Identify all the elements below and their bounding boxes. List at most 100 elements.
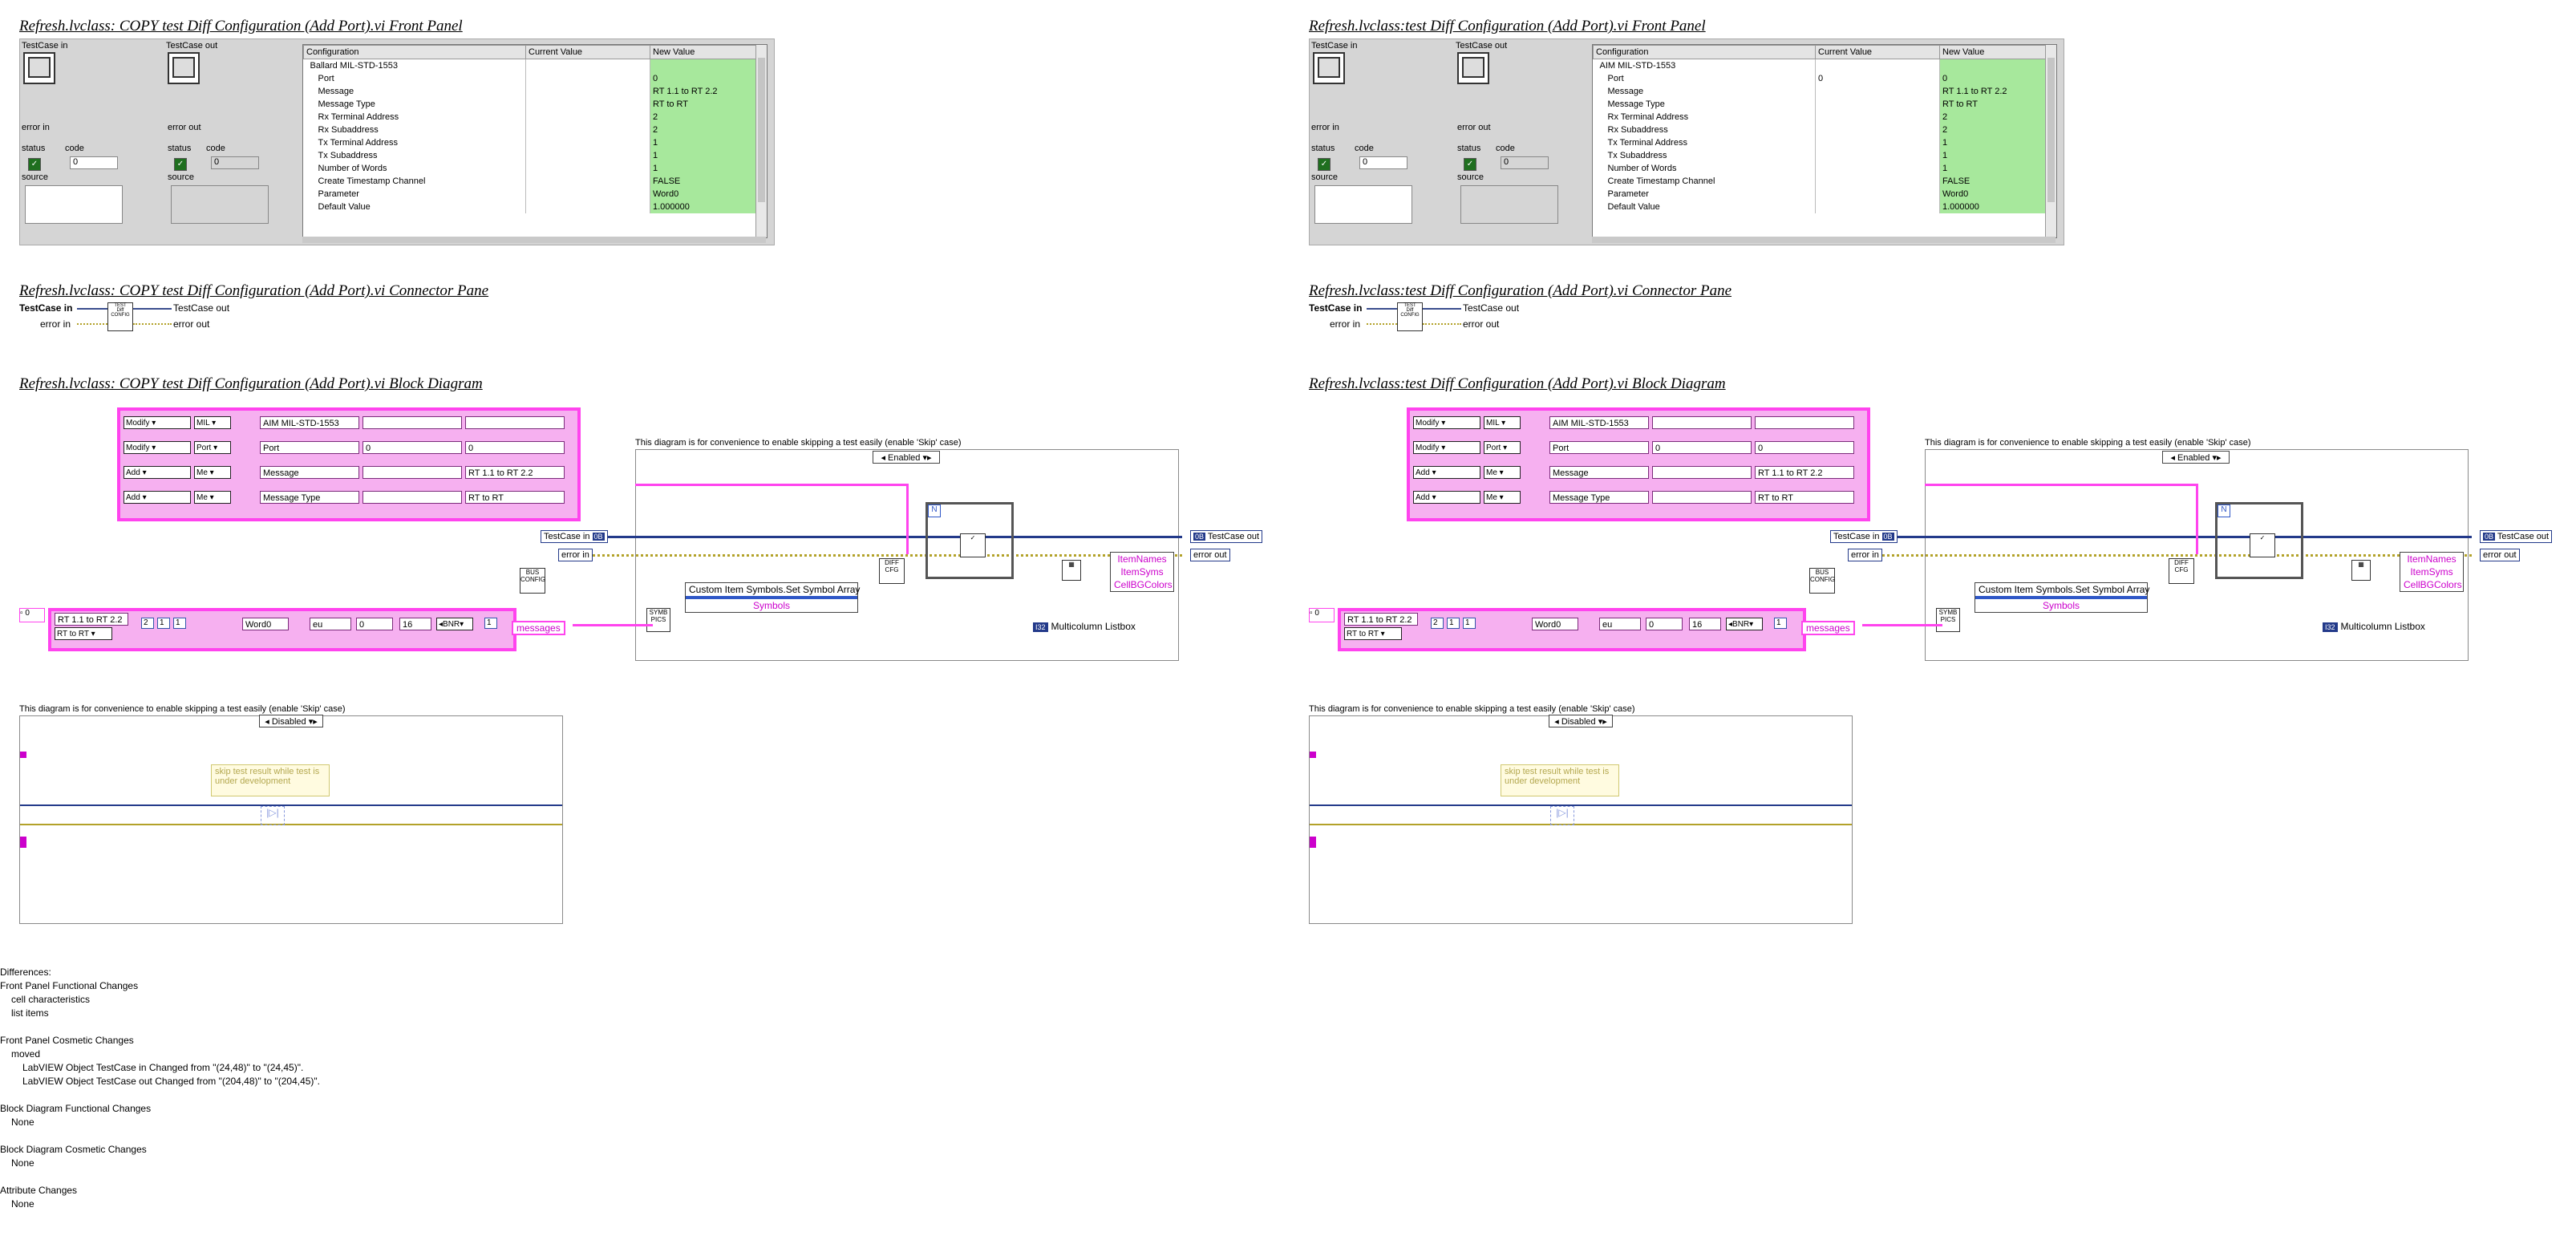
config-array-element[interactable]: Add ▾ Me ▾ Message Type RT to RT (1413, 488, 1862, 506)
encoding-ring[interactable]: ◂BNR▾ (1726, 618, 1763, 630)
config-array-element[interactable]: Add ▾ Me ▾ Message RT 1.1 to RT 2.2 (1413, 464, 1862, 481)
table-row[interactable]: Rx Subaddress 2 (303, 124, 756, 136)
name-field[interactable]: AIM MIL-STD-1553 (1549, 416, 1649, 429)
config-array-element[interactable]: Modify ▾ Port ▾ Port 0 0 (1413, 439, 1862, 456)
current-field[interactable] (363, 416, 462, 429)
bus-config-subvi-icon[interactable]: BUS CONFIG (1809, 568, 1835, 594)
config-array-element[interactable]: Modify ▾ MIL ▾ AIM MIL-STD-1553 (1413, 414, 1862, 432)
message-cluster-constant[interactable]: RT 1.1 to RT 2.2 RT to RT ▾ 2 1 1 Word0 … (48, 608, 516, 651)
current-field[interactable]: 0 (363, 441, 462, 454)
current-field[interactable] (1652, 491, 1752, 504)
current-field[interactable] (1652, 416, 1752, 429)
code-field[interactable]: 0 (70, 156, 118, 169)
col-header-configuration[interactable]: Configuration (303, 45, 526, 59)
config-array-element[interactable]: Add ▾ Me ▾ Message RT 1.1 to RT 2.2 (124, 464, 573, 481)
index-constant[interactable]: ▫ 0 (19, 608, 45, 622)
tx-addr-numeric[interactable]: 1 (1447, 618, 1460, 629)
for-loop[interactable]: N ✓ (925, 502, 1014, 579)
table-row[interactable]: Parameter Word0 (303, 188, 756, 201)
length-field[interactable]: 16 (1689, 618, 1721, 630)
symbols-constant-icon[interactable]: SYMB PICS (1936, 608, 1960, 632)
config-array-element[interactable]: Modify ▾ Port ▾ Port 0 0 (124, 439, 573, 456)
multicolumn-listbox[interactable]: Configuration Current Value New Value Ba… (302, 44, 768, 238)
vertical-scrollbar[interactable] (755, 45, 767, 237)
diff-config-subvi-icon[interactable]: DIFF CFG (879, 558, 905, 584)
multicolumn-listbox-ref[interactable]: I32 Multicolumn Listbox (2323, 621, 2425, 632)
word-name-field[interactable]: Word0 (1532, 618, 1578, 630)
error-in-cluster[interactable]: error in status code ✓ 0 source (1310, 123, 1430, 227)
scale-numeric[interactable]: 1 (1774, 618, 1787, 629)
new-field[interactable] (465, 416, 565, 429)
table-row[interactable]: Tx Terminal Address 1 (1593, 136, 2046, 149)
table-row[interactable]: Rx Subaddress 2 (1593, 124, 2046, 136)
source-field[interactable] (1314, 185, 1412, 224)
encoding-ring[interactable]: ◂BNR▾ (436, 618, 473, 630)
skip-case-structure[interactable]: ◂ Disabled ▾▸ skip test result while tes… (19, 715, 563, 924)
symbols-constant-icon[interactable]: SYMB PICS (646, 608, 670, 632)
table-row[interactable]: Port 0 (303, 72, 756, 85)
rx-addr-numeric[interactable]: 2 (141, 618, 154, 629)
current-field[interactable] (363, 466, 462, 479)
item-syms-property[interactable]: ItemSyms (2400, 565, 2463, 578)
field-ring[interactable]: MIL ▾ (194, 416, 231, 429)
table-row[interactable]: Number of Words 1 (1593, 162, 2046, 175)
start-bit-field[interactable]: 0 (1646, 618, 1683, 630)
field-ring[interactable]: Me ▾ (1484, 491, 1521, 504)
source-field[interactable] (25, 185, 123, 224)
compare-subvi-icon[interactable]: ✓ (960, 533, 986, 557)
set-symbol-array-node[interactable]: Custom Item Symbols.Set Symbol Array Sym… (1975, 582, 2149, 613)
table-row[interactable]: Create Timestamp Channel FALSE (1593, 175, 2046, 188)
multicolumn-listbox-ref[interactable]: I32 Multicolumn Listbox (1033, 621, 1136, 632)
table-row[interactable]: Message Type RT to RT (303, 98, 756, 111)
name-field[interactable]: Message Type (260, 491, 359, 504)
vertical-scrollbar[interactable] (2045, 45, 2056, 237)
new-field[interactable]: RT to RT (465, 491, 565, 504)
config-array-element[interactable]: Modify ▾ MIL ▾ AIM MIL-STD-1553 (124, 414, 573, 432)
field-ring[interactable]: Port ▾ (1484, 441, 1521, 454)
message-name-field[interactable]: RT 1.1 to RT 2.2 (1344, 613, 1418, 626)
case-selector-enabled[interactable]: ◂ Enabled ▾▸ (2162, 451, 2230, 464)
col-header-current[interactable]: Current Value (1815, 45, 1940, 59)
item-names-property[interactable]: ItemNames (1111, 553, 1173, 565)
message-type-ring[interactable]: RT to RT ▾ (1344, 627, 1402, 640)
set-symbol-array-node[interactable]: Custom Item Symbols.Set Symbol Array Sym… (685, 582, 860, 613)
eu-field[interactable]: eu (310, 618, 351, 630)
table-row[interactable]: Default Value 1.000000 (1593, 201, 2046, 213)
testcase-in-control[interactable] (23, 52, 55, 84)
listbox-property-node-icon[interactable]: ▦ (2351, 560, 2371, 581)
operation-ring[interactable]: Modify ▾ (1413, 416, 1480, 429)
new-field[interactable]: RT 1.1 to RT 2.2 (465, 466, 565, 479)
new-field[interactable]: RT to RT (1755, 491, 1854, 504)
name-field[interactable]: AIM MIL-STD-1553 (260, 416, 359, 429)
table-row[interactable]: Rx Terminal Address 2 (1593, 111, 2046, 124)
cell-bg-colors-property[interactable]: CellBGColors (1111, 578, 1173, 591)
config-array-constant[interactable]: Modify ▾ MIL ▾ AIM MIL-STD-1553 Modify ▾ Por… (1407, 407, 1870, 521)
operation-ring[interactable]: Add ▾ (124, 466, 191, 479)
length-field[interactable]: 16 (399, 618, 431, 630)
status-checkbox[interactable]: ✓ (28, 158, 41, 171)
skip-subvi-icon[interactable]: |▷| (261, 806, 285, 825)
operation-ring[interactable]: Add ▾ (124, 491, 191, 504)
skip-case-structure[interactable]: ◂ Disabled ▾▸ skip test result while tes… (1309, 715, 1853, 924)
cell-bg-colors-property[interactable]: CellBGColors (2400, 578, 2463, 591)
current-field[interactable] (363, 491, 462, 504)
table-row[interactable]: Port 0 0 (1593, 72, 2046, 85)
operation-ring[interactable]: Modify ▾ (1413, 441, 1480, 454)
table-row[interactable]: Ballard MIL-STD-1553 (303, 59, 756, 72)
field-ring[interactable]: Me ▾ (194, 491, 231, 504)
property-node[interactable]: ItemNames ItemSyms CellBGColors (1110, 552, 1174, 592)
multicolumn-listbox[interactable]: Configuration Current Value New Value AI… (1592, 44, 2057, 238)
horizontal-scrollbar[interactable] (1592, 237, 2056, 243)
field-ring[interactable]: MIL ▾ (1484, 416, 1521, 429)
horizontal-scrollbar[interactable] (302, 237, 766, 243)
index-constant[interactable]: ▫ 0 (1309, 608, 1335, 622)
table-row[interactable]: Tx Subaddress 1 (303, 149, 756, 162)
table-row[interactable]: Parameter Word0 (1593, 188, 2046, 201)
testcase-in-control[interactable] (1313, 52, 1345, 84)
error-in-cluster[interactable]: error in status code ✓ 0 source (20, 123, 140, 227)
current-field[interactable]: 0 (1652, 441, 1752, 454)
config-array-element[interactable]: Add ▾ Me ▾ Message Type RT to RT (124, 488, 573, 506)
operation-ring[interactable]: Add ▾ (1413, 466, 1480, 479)
new-field[interactable]: 0 (465, 441, 565, 454)
table-row[interactable]: Message Type RT to RT (1593, 98, 2046, 111)
